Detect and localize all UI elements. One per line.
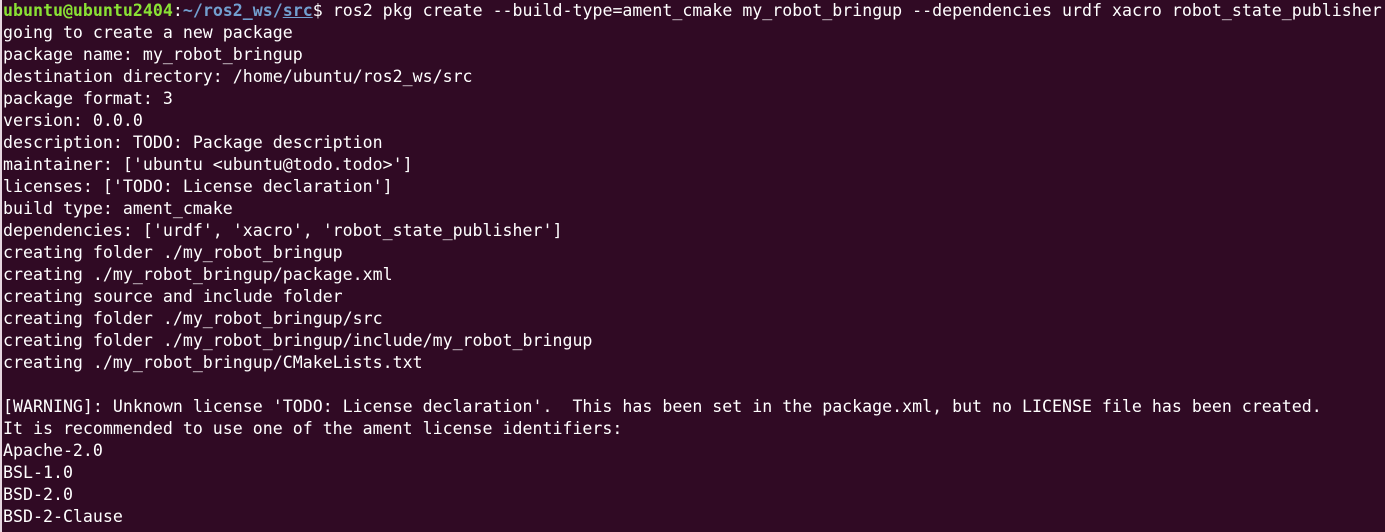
output-line: package name: my_robot_bringup xyxy=(3,45,303,64)
command-text: ros2 pkg create --build-type=ament_cmake… xyxy=(332,1,1382,20)
output-line: [WARNING]: Unknown license 'TODO: Licens… xyxy=(3,397,1322,416)
prompt-path: ~/ros2_ws/ xyxy=(182,1,283,20)
output-line: BSD-2.0 xyxy=(3,485,73,504)
output-line: creating folder ./my_robot_bringup/src xyxy=(3,309,383,328)
output-line: creating folder ./my_robot_bringup/inclu… xyxy=(3,331,593,350)
output-line: creating ./my_robot_bringup/CMakeLists.t… xyxy=(3,353,423,372)
output-line: creating folder ./my_robot_bringup xyxy=(3,243,343,262)
prompt-line: ubuntu@ubuntu2404:~/ros2_ws/src$ ros2 pk… xyxy=(3,0,1385,22)
output-line: maintainer: ['ubuntu <ubuntu@todo.todo>'… xyxy=(3,155,413,174)
prompt-colon: : xyxy=(172,1,183,20)
output-line: creating source and include folder xyxy=(3,287,343,306)
output-line: BSD-2-Clause xyxy=(3,507,123,526)
output-line: BSL-1.0 xyxy=(3,463,73,482)
output-line: destination directory: /home/ubuntu/ros2… xyxy=(3,67,473,86)
output-line: going to create a new package xyxy=(3,23,293,42)
text-cursor-bar xyxy=(0,0,2,532)
output-line: creating ./my_robot_bringup/package.xml xyxy=(3,265,393,284)
output-line: build type: ament_cmake xyxy=(3,199,233,218)
output-line: description: TODO: Package description xyxy=(3,133,383,152)
output-line: version: 0.0.0 xyxy=(3,111,143,130)
prompt-user-host: ubuntu@ubuntu2404 xyxy=(3,1,173,20)
output-line: It is recommended to use one of the amen… xyxy=(3,419,623,438)
terminal-output: going to create a new package package nam… xyxy=(3,22,1385,528)
output-line: licenses: ['TODO: License declaration'] xyxy=(3,177,393,196)
terminal-window[interactable]: ubuntu@ubuntu2404:~/ros2_ws/src$ ros2 pk… xyxy=(0,0,1385,532)
output-line: Apache-2.0 xyxy=(3,441,103,460)
output-line: dependencies: ['urdf', 'xacro', 'robot_s… xyxy=(3,221,563,240)
prompt-path-src: src xyxy=(282,1,313,20)
output-line: package format: 3 xyxy=(3,89,173,108)
prompt-dollar: $ xyxy=(312,1,333,20)
